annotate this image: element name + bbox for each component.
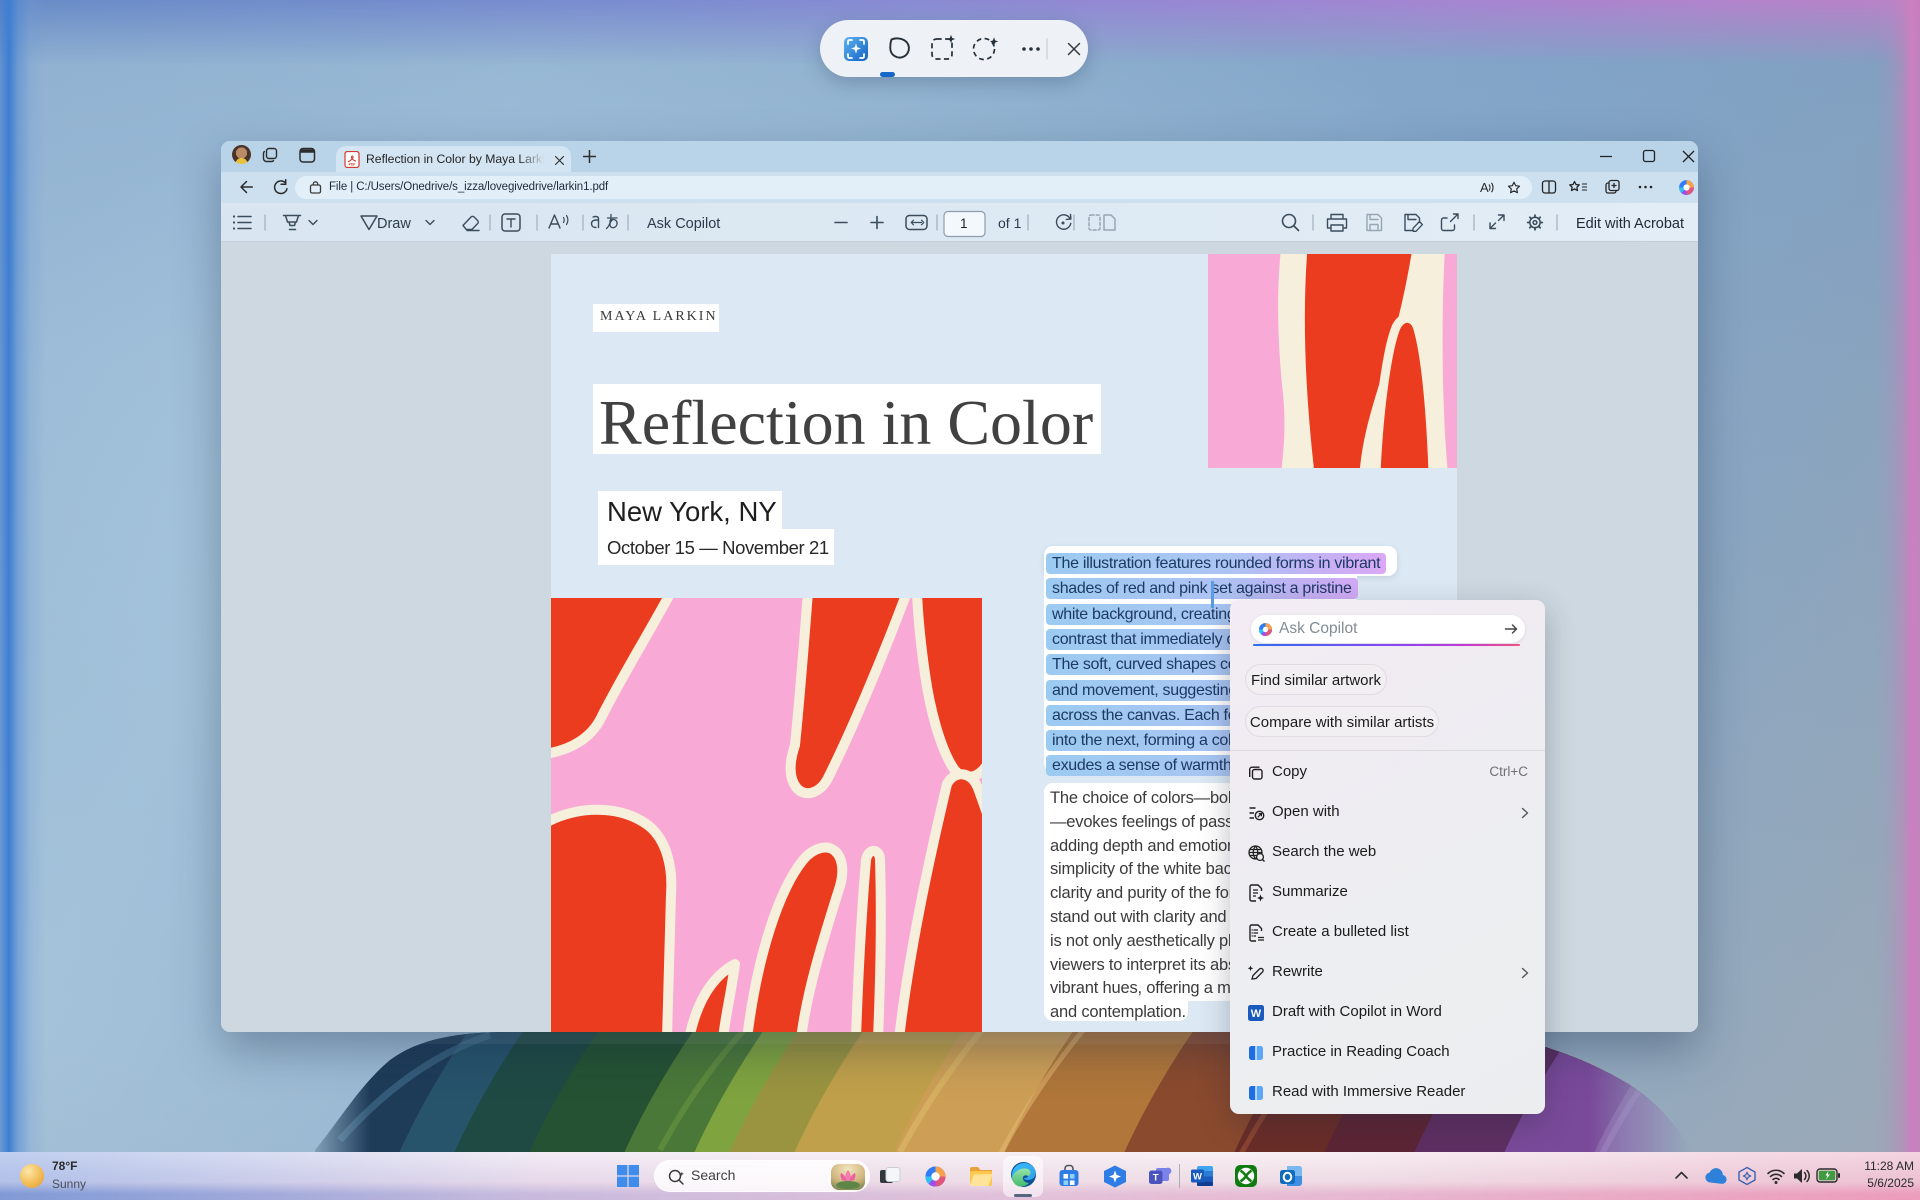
svg-text:1: 1 [960,216,968,231]
svg-text:Ask Copilot: Ask Copilot [647,216,720,232]
svg-text:of 1: of 1 [998,215,1022,231]
svg-text:Draw: Draw [377,216,411,232]
svg-text:PDF: PDF [349,163,356,167]
svg-text:T: T [1153,1173,1159,1184]
svg-text:Edit with Acrobat: Edit with Acrobat [1576,216,1684,232]
svg-text:W: W [1193,1171,1202,1182]
svg-text:W: W [1251,1008,1262,1020]
svg-text:A: A [1480,180,1489,195]
